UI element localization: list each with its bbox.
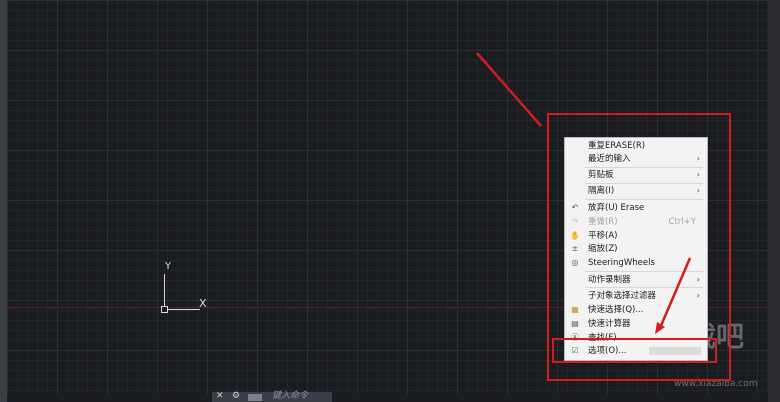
left-panel-strip xyxy=(0,0,7,402)
command-close-icon[interactable]: ✕ xyxy=(216,391,224,402)
ucs-y-axis xyxy=(164,274,165,310)
command-line-bar[interactable]: ✕ ⚙ 键入命令 xyxy=(212,391,332,402)
ucs-x-label: X xyxy=(199,297,207,310)
ucs-origin-box xyxy=(161,306,168,313)
command-customize-icon[interactable]: ⚙ xyxy=(232,391,240,402)
command-input[interactable]: 键入命令 xyxy=(272,391,308,402)
annotation-box-options xyxy=(552,338,717,363)
ucs-y-label: Y xyxy=(165,261,172,272)
ucs-icon: Y X xyxy=(155,262,215,314)
ucs-x-axis xyxy=(164,309,200,310)
command-history-dropdown[interactable] xyxy=(248,394,262,401)
